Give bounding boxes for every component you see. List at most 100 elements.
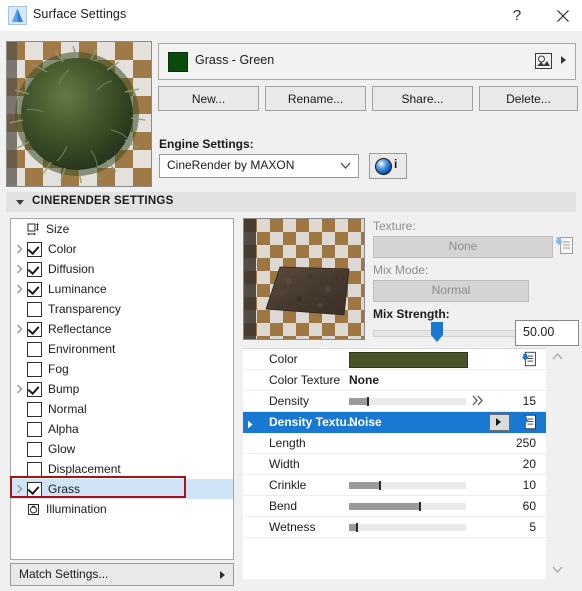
property-row[interactable]: Density Textu... Noise: [243, 412, 546, 433]
property-slider[interactable]: [349, 523, 466, 532]
checkbox-bump[interactable]: [27, 381, 42, 397]
channel-preview[interactable]: [243, 218, 365, 340]
title-bar: Surface Settings ?: [0, 0, 582, 31]
property-row[interactable]: Width 20: [243, 454, 546, 475]
share-button[interactable]: Share...: [372, 86, 473, 111]
sidebar-item-alpha[interactable]: Alpha: [11, 419, 233, 439]
property-name: Density Textu...: [269, 415, 357, 429]
texture-field[interactable]: None: [373, 236, 553, 258]
scroll-up-arrow[interactable]: [549, 348, 566, 365]
checkbox-diffusion[interactable]: [27, 261, 42, 277]
mix-strength-slider[interactable]: [373, 330, 524, 337]
new-button[interactable]: New...: [158, 86, 259, 111]
sidebar-item-bump[interactable]: Bump: [11, 379, 233, 399]
chevron-right-icon[interactable]: [11, 284, 27, 294]
chevron-right-icon[interactable]: [11, 484, 27, 494]
sidebar-item-size[interactable]: Size: [11, 219, 233, 239]
size-icon: [27, 222, 40, 236]
sidebar-item-label: Environment: [48, 342, 116, 356]
mix-strength-slider-handle[interactable]: [430, 321, 444, 343]
checkbox-alpha[interactable]: [27, 421, 42, 437]
grass-property-grid[interactable]: Color Color Texture None Density 15 Density T…: [243, 348, 546, 579]
surface-settings-window: Surface Settings ? Grass - Green New... …: [0, 0, 582, 591]
property-slider[interactable]: [349, 502, 466, 511]
delete-button[interactable]: Delete...: [479, 86, 578, 111]
mix-mode-field[interactable]: Normal: [373, 280, 529, 302]
sidebar-item-color[interactable]: Color: [11, 239, 233, 259]
property-row[interactable]: Length 250: [243, 433, 546, 454]
engine-info-button[interactable]: i: [369, 153, 407, 179]
property-slider[interactable]: [349, 397, 466, 406]
mix-strength-input[interactable]: 50.00: [515, 320, 579, 346]
sidebar-item-label: Transparency: [48, 302, 121, 316]
property-name: Width: [269, 457, 300, 471]
checkbox-fog[interactable]: [27, 361, 42, 377]
checkbox-displacement[interactable]: [27, 461, 42, 477]
property-row[interactable]: Bend 60: [243, 496, 546, 517]
checkbox-grass[interactable]: [27, 481, 42, 497]
sidebar-item-diffusion[interactable]: Diffusion: [11, 259, 233, 279]
color-swatch[interactable]: [349, 352, 468, 368]
checkbox-environment[interactable]: [27, 341, 42, 357]
sidebar-item-transparency[interactable]: Transparency: [11, 299, 233, 319]
surface-preview-large[interactable]: [6, 41, 152, 187]
checkbox-glow[interactable]: [27, 441, 42, 457]
checkbox-transparency[interactable]: [27, 301, 42, 317]
material-name-bar[interactable]: Grass - Green: [158, 43, 576, 80]
chevron-right-icon[interactable]: [11, 264, 27, 274]
property-slider[interactable]: [349, 481, 466, 490]
sidebar-item-environment[interactable]: Environment: [11, 339, 233, 359]
load-texture-icon[interactable]: [521, 351, 538, 367]
scroll-down-arrow[interactable]: [549, 561, 566, 578]
sidebar-item-glow[interactable]: Glow: [11, 439, 233, 459]
property-name: Density: [269, 394, 310, 408]
property-row[interactable]: Color Texture None: [243, 370, 546, 391]
sidebar-item-normal[interactable]: Normal: [11, 399, 233, 419]
sidebar-item-label: Grass: [48, 482, 81, 496]
sidebar-item-grass[interactable]: Grass: [11, 479, 233, 499]
material-name: Grass - Green: [195, 53, 275, 67]
engine-settings-label: Engine Settings:: [159, 137, 254, 151]
sidebar-item-illumination[interactable]: Illumination: [11, 499, 233, 519]
property-grid-scrollbar[interactable]: [549, 348, 566, 578]
match-settings-button[interactable]: Match Settings...: [10, 563, 234, 586]
sidebar-item-label: Reflectance: [48, 322, 112, 336]
property-row[interactable]: Crinkle 10: [243, 475, 546, 496]
load-texture-icon[interactable]: [554, 236, 575, 255]
sidebar-item-label: Normal: [48, 402, 87, 416]
triangle-right-icon[interactable]: [247, 418, 253, 432]
checkbox-luminance[interactable]: [27, 281, 42, 297]
property-row[interactable]: Density 15: [243, 391, 546, 412]
property-text-value: None: [349, 373, 379, 387]
property-value: 5: [529, 520, 536, 534]
sidebar-item-reflectance[interactable]: Reflectance: [11, 319, 233, 339]
checkbox-reflectance[interactable]: [27, 321, 42, 337]
chevron-right-icon[interactable]: [11, 324, 27, 334]
triangle-right-icon[interactable]: [561, 56, 566, 64]
match-settings-label: Match Settings...: [19, 567, 109, 581]
sidebar-item-fog[interactable]: Fog: [11, 359, 233, 379]
mix-strength-label: Mix Strength:: [373, 307, 450, 321]
chevron-right-icon[interactable]: [11, 244, 27, 254]
checkbox-normal[interactable]: [27, 401, 42, 417]
property-name: Bend: [269, 499, 298, 513]
image-picker-icon[interactable]: [535, 53, 552, 69]
channel-tree[interactable]: Size Color Diffusion Luminance Transparency R…: [10, 218, 234, 560]
property-dropdown-button[interactable]: [489, 414, 510, 431]
chevron-up-icon: [552, 353, 563, 360]
sidebar-item-luminance[interactable]: Luminance: [11, 279, 233, 299]
help-button[interactable]: ?: [494, 0, 540, 31]
cinerender-settings-section-header[interactable]: CINERENDER SETTINGS: [6, 192, 576, 212]
load-texture-icon[interactable]: [521, 414, 538, 430]
checkbox-color[interactable]: [27, 241, 42, 257]
property-row[interactable]: Color: [243, 349, 546, 370]
engine-select[interactable]: CineRender by MAXON: [159, 154, 359, 178]
render-engine-icon: [375, 158, 392, 175]
property-name: Crinkle: [269, 478, 307, 492]
rename-button[interactable]: Rename...: [265, 86, 366, 111]
property-row[interactable]: Wetness 5: [243, 517, 546, 538]
chevron-right-icon[interactable]: [11, 384, 27, 394]
close-button[interactable]: [540, 0, 582, 31]
sidebar-item-displacement[interactable]: Displacement: [11, 459, 233, 479]
expand-chevrons-icon[interactable]: [472, 394, 485, 410]
